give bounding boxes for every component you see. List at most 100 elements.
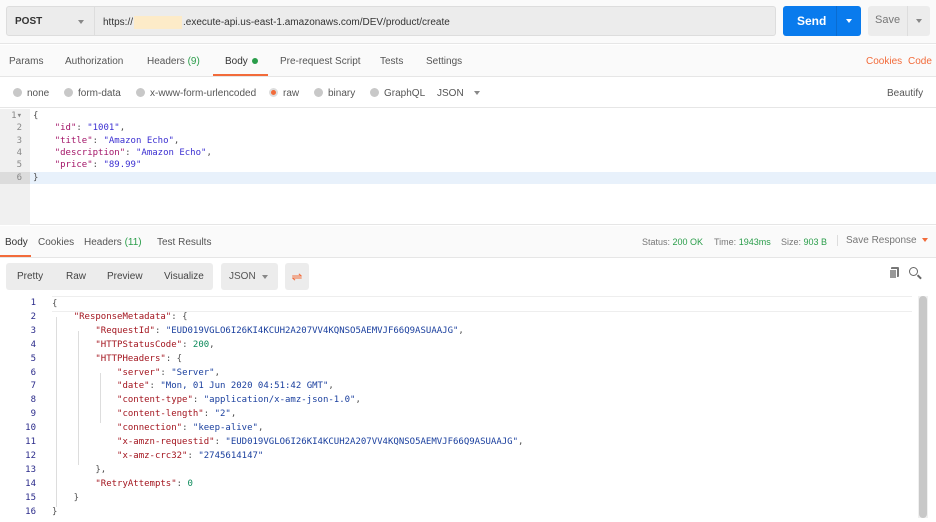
token-punct: :: [182, 339, 193, 350]
tab-settings[interactable]: Settings: [426, 56, 462, 67]
format-label: JSON: [437, 88, 464, 99]
line-number: 3: [30, 325, 36, 336]
code-line: 14 "RetryAttempts": 0: [0, 477, 915, 491]
view-mode-selector: Pretty Raw Preview Visualize: [6, 263, 213, 290]
code-line: 2 "ResponseMetadata": {: [0, 310, 915, 324]
token-punct: [52, 423, 117, 433]
line-number: 12: [25, 450, 36, 461]
token-key: "description": [54, 147, 126, 158]
url-suffix: .execute-api.us-east-1.amazonaws.com/DEV…: [183, 17, 450, 29]
line-number: 6: [30, 367, 36, 378]
token-string: "2": [214, 409, 231, 420]
search-icon[interactable]: [909, 267, 923, 281]
radio-label: raw: [283, 88, 300, 99]
token-key: "date": [117, 381, 150, 392]
code-line: 4 "HTTPStatusCode": 200,: [0, 338, 915, 352]
response-body-viewer[interactable]: 1{2 "ResponseMetadata": {3 "RequestId": …: [0, 295, 936, 522]
url-input[interactable]: https:// .execute-api.us-east-1.amazonaws…: [95, 6, 776, 36]
token-string: "Mon, 01 Jun 2020 04:51:42 GMT": [160, 381, 329, 392]
radio-urlencoded[interactable]: x-www-form-urlencoded: [136, 88, 256, 99]
radio-binary[interactable]: binary: [314, 88, 355, 99]
line-number: 16: [25, 506, 36, 517]
token-punct: ,: [328, 381, 334, 392]
tab-prerequest-script[interactable]: Pre-request Script: [280, 56, 361, 67]
tab-params[interactable]: Params: [9, 56, 43, 67]
code-link[interactable]: Code: [908, 56, 932, 67]
tab-headers[interactable]: Headers (9): [147, 56, 200, 67]
format-select[interactable]: JSON: [437, 88, 481, 99]
line-content: }: [33, 172, 38, 184]
response-format-select[interactable]: JSON: [221, 263, 278, 290]
status-readout: Status: 200 OK: [642, 237, 703, 247]
code-line: 6}: [0, 171, 936, 184]
token-punct: [52, 368, 117, 378]
save-button[interactable]: Save: [868, 6, 930, 36]
save-options-button[interactable]: [907, 6, 930, 36]
line-content: "ResponseMetadata": {: [52, 310, 188, 324]
token-punct: ,: [355, 395, 361, 406]
chevron-down-icon: [916, 19, 922, 23]
view-visualize[interactable]: Visualize: [164, 271, 204, 282]
line-content: "x-amz-crc32": "2745614147": [52, 449, 263, 463]
line-number: 11: [25, 437, 36, 447]
chevron-down-icon: [262, 275, 268, 279]
code-line: 11 "x-amzn-requestid": "EUD019VGLO6I26KI…: [0, 435, 915, 449]
code-line: 10 "connection": "keep-alive",: [0, 421, 915, 435]
token-key: "x-amzn-requestid": [117, 437, 215, 447]
tab-body[interactable]: Body: [225, 56, 258, 67]
tab-body-label: Body: [225, 56, 248, 67]
token-punct: ,: [257, 423, 264, 434]
tab-tests[interactable]: Tests: [380, 56, 403, 67]
code-line: 6 "server": "Server",: [0, 366, 915, 380]
line-number: 6: [0, 171, 30, 184]
tab-authorization[interactable]: Authorization: [65, 56, 123, 67]
method-select[interactable]: POST: [6, 6, 95, 36]
token-number: 0: [187, 478, 193, 489]
request-body-editor[interactable]: 1▾{2 "id": "1001", 3 "title": "Amazon Ech…: [0, 109, 936, 225]
radio-raw[interactable]: raw: [269, 88, 299, 99]
view-pretty[interactable]: Pretty: [17, 271, 43, 282]
tab-response-headers[interactable]: Headers (11): [84, 237, 142, 248]
radio-icon: [136, 88, 145, 97]
radio-graphql[interactable]: GraphQL: [370, 88, 425, 99]
beautify-link[interactable]: Beautify: [887, 88, 923, 99]
code-line: 15 }: [0, 491, 915, 505]
code-line: 13 },: [0, 463, 915, 477]
copy-icon[interactable]: [889, 267, 899, 279]
token-punct: :: [187, 450, 199, 461]
token-punct: {: [52, 299, 58, 309]
radio-form-data[interactable]: form-data: [64, 88, 121, 99]
token-key: "title": [54, 135, 93, 146]
token-string: "Server": [171, 367, 215, 378]
wrap-lines-icon[interactable]: ⇌: [285, 263, 309, 290]
line-number: 1: [30, 298, 36, 308]
chevron-down-icon: [474, 91, 481, 96]
view-raw[interactable]: Raw: [66, 271, 86, 282]
token-key: "connection": [117, 423, 183, 434]
radio-label: binary: [328, 88, 356, 99]
token-punct: {: [33, 111, 39, 121]
tab-response-cookies[interactable]: Cookies: [38, 237, 74, 248]
scrollbar-thumb[interactable]: [919, 296, 927, 518]
indent-guide: [56, 317, 57, 507]
scrollbar[interactable]: [918, 296, 928, 518]
radio-label: form-data: [78, 88, 121, 99]
view-preview[interactable]: Preview: [107, 271, 143, 282]
code-line: 9 "content-length": "2",: [0, 407, 915, 421]
token-key: "RequestId": [95, 325, 155, 336]
code-line: 3 "RequestId": "EUD019VGLO6I26KI4KCUH2A2…: [0, 324, 915, 338]
radio-icon: [64, 88, 73, 97]
token-key: "HTTPStatusCode": [95, 339, 183, 350]
tab-response-body[interactable]: Body: [5, 237, 28, 248]
save-response-button[interactable]: Save Response: [837, 235, 929, 246]
headers-count: (11): [124, 237, 142, 248]
code-line: 1{: [0, 296, 915, 312]
token-punct: :: [154, 325, 166, 336]
tab-test-results[interactable]: Test Results: [157, 237, 211, 248]
radio-none[interactable]: none: [13, 88, 49, 99]
token-punct: [52, 437, 117, 447]
token-punct: [52, 409, 117, 419]
cookies-link[interactable]: Cookies: [866, 56, 902, 67]
send-button[interactable]: Send: [783, 6, 861, 36]
send-options-button[interactable]: [836, 6, 861, 36]
